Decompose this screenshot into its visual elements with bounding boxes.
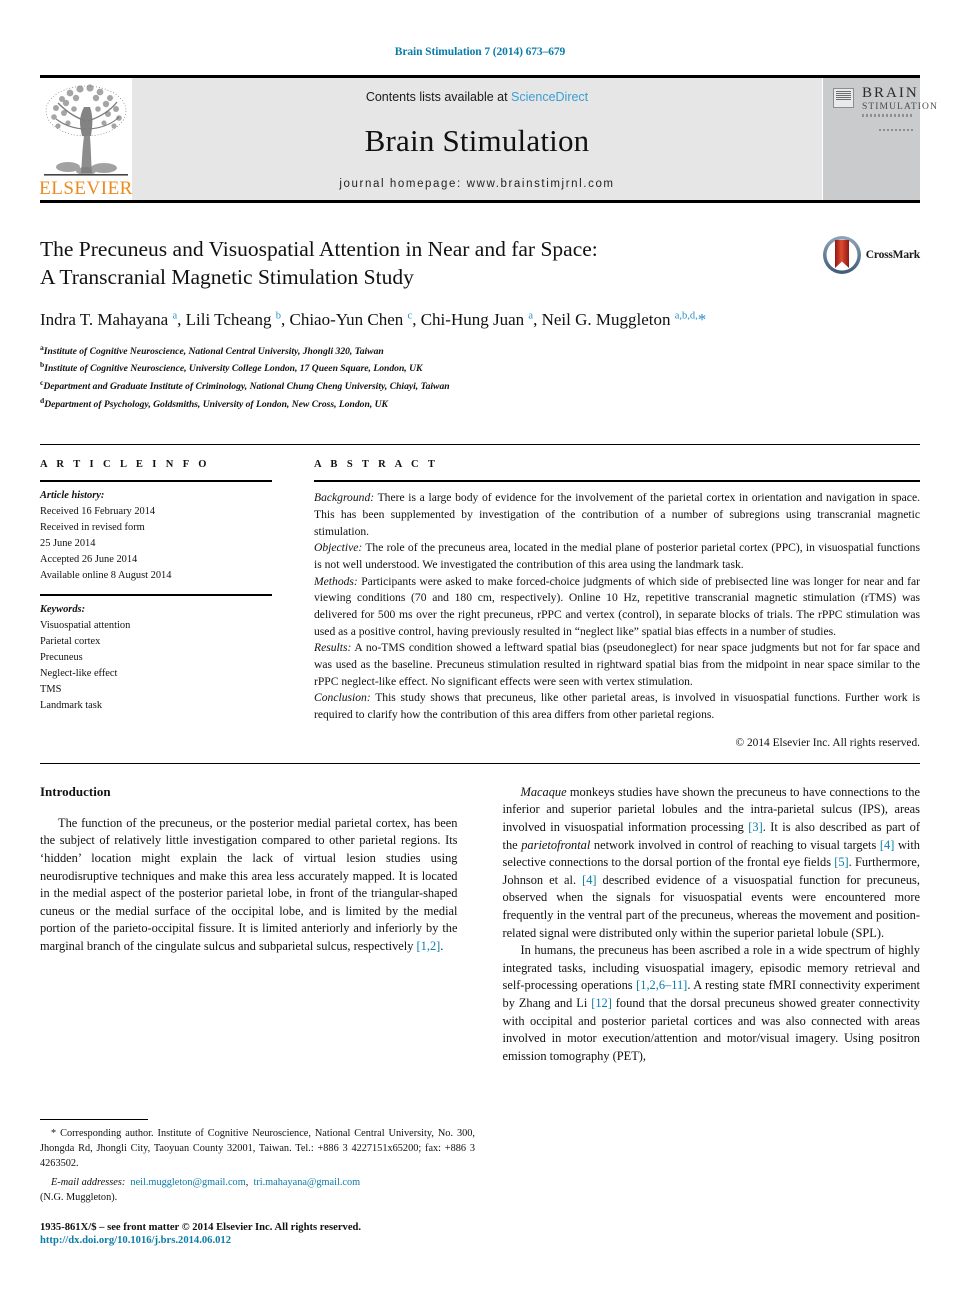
affiliation-item: bInstitute of Cognitive Neuroscience, Un… [40,359,800,377]
body-column-left: Introduction The function of the precune… [40,784,458,1066]
corresponding-author-note: * Corresponding author. Institute of Cog… [40,1127,475,1170]
elsevier-wordmark: ELSEVIER [39,178,133,199]
affiliation-text: Department of Psychology, Goldsmiths, Un… [44,398,388,410]
affiliation-item: cDepartment and Graduate Institute of Cr… [40,377,800,395]
abstract-section-text: There is a large body of evidence for th… [314,491,920,538]
contents-prefix: Contents lists available at [365,90,512,104]
keyword-item: TMS [40,684,62,696]
abstract-section-text: This study shows that precuneus, like ot… [314,691,920,722]
affiliation-text: Department and Graduate Institute of Cri… [43,381,450,393]
journal-homepage-link[interactable]: journal homepage: www.brainstimjrnl.com [339,178,614,190]
article-info-heading: A R T I C L E I N F O [40,459,210,471]
abstract-copyright: © 2014 Elsevier Inc. All rights reserved… [735,736,920,749]
email-label: E-mail addresses: [51,1176,126,1188]
journal-article-page: Brain Stimulation 7 (2014) 673–679 ELSEV… [0,0,960,1290]
page-title: The Precuneus and Visuospatial Attention… [40,235,800,292]
crossmark-badge[interactable]: CrossMark [822,235,920,275]
keywords-label: Keywords: [40,604,86,616]
abstract-section-text: A no-TMS condition showed a leftward spa… [314,641,920,688]
abstract-section-text: The role of the precuneus area, located … [314,541,920,571]
affiliation-list: aInstitute of Cognitive Neuroscience, Na… [40,342,800,412]
abstract-section-label: Conclusion: [314,691,371,705]
footnote-rule [40,1118,148,1120]
abstract-section-label: Results: [314,641,352,655]
keywords-block: Keywords: Visuospatial attention Parieta… [40,594,272,714]
body-columns: Introduction The function of the precune… [40,784,920,1066]
cover-footer-rule [879,128,913,131]
sciencedirect-link[interactable]: ScienceDirect [511,90,588,104]
article-history-label: Article history: [40,490,105,502]
journal-cover-thumbnail: BRAIN STIMULATION [822,78,938,200]
abstract-section: Conclusion: This study shows that precun… [314,690,920,723]
journal-masthead: ELSEVIER Contents lists available at Sci… [39,75,938,203]
title-block: CrossMark The Precuneus and Visuospatial… [40,235,920,412]
body-column-right: Macaque monkeys studies have shown the p… [503,784,921,1066]
abstract-section: Background: There is a large body of evi… [314,490,920,540]
cover-elsevier-mini-icon [833,88,854,108]
paper-title-line2: A Transcranial Magnetic Stimulation Stud… [40,265,414,290]
history-line: Accepted 26 June 2014 [40,554,138,566]
doi-link[interactable]: http://dx.doi.org/10.1016/j.brs.2014.06.… [40,1235,475,1246]
keyword-item: Precuneus [40,652,83,664]
body-separator-rule [40,762,920,764]
abstract-section: Methods: Participants were asked to make… [314,574,920,641]
affiliation-text: Institute of Cognitive Neuroscience, Nat… [43,346,384,358]
history-line: 25 June 2014 [40,538,96,550]
history-line: Available online 8 August 2014 [40,570,172,582]
abstract-section: Objective: The role of the precuneus are… [314,540,920,573]
elsevier-tree-icon [44,84,128,176]
citation-ref[interactable]: [1,2] [417,939,441,953]
affiliation-item: dDepartment of Psychology, Goldsmiths, U… [40,395,800,413]
abstract-section: Results: A no-TMS condition showed a lef… [314,640,920,690]
cover-inner: BRAIN STIMULATION [826,81,938,197]
front-matter-line: 1935-861X/$ – see front matter © 2014 El… [40,1222,362,1233]
abstract-section-label: Objective: [314,541,363,555]
keyword-item: Parietal cortex [40,636,101,648]
cover-title-block: BRAIN STIMULATION [862,85,938,131]
cover-subtitle-rule [862,113,913,117]
keyword-item: Landmark task [40,700,103,712]
intro-paragraph-right-1: Macaque monkeys studies have shown the p… [502,784,921,940]
abstract-column: A B S T R A C T Background: There is a l… [314,459,920,749]
elsevier-logo: ELSEVIER [39,78,133,200]
journal-title: Brain Stimulation [364,123,590,158]
cover-title-line1: BRAIN [862,85,919,101]
intro-paragraph-right-2: In humans, the precuneus has been ascrib… [502,943,921,1063]
crossmark-label: CrossMark [865,249,920,261]
info-abstract-region: A R T I C L E I N F O Article history: R… [40,444,920,749]
section-heading-introduction: Introduction [40,783,111,799]
abstract-section-label: Methods: [314,574,358,588]
keyword-item: Visuospatial attention [40,620,131,632]
email-link-1[interactable]: neil.muggleton@gmail.com [130,1177,245,1188]
article-history-block: Article history: Received 16 February 20… [40,482,272,584]
history-line: Received in revised form [40,522,145,534]
masthead-center: Contents lists available at ScienceDirec… [132,78,822,200]
affiliation-item: aInstitute of Cognitive Neuroscience, Na… [40,342,800,360]
article-info-column: A R T I C L E I N F O Article history: R… [40,459,272,749]
author-list: Indra T. Mahayana a, Lili Tcheang b, Chi… [40,309,707,329]
abstract-heading: A B S T R A C T [314,459,439,471]
intro-paragraph-left-end: . [440,939,444,954]
abstract-body: Background: There is a large body of evi… [314,482,920,724]
running-head: Brain Stimulation 7 (2014) 673–679 [394,46,566,58]
cover-title-line2: STIMULATION [862,101,938,112]
paper-title-line1: The Precuneus and Visuospatial Attention… [40,237,598,261]
contents-lists-line: Contents lists available at ScienceDirec… [366,90,588,104]
email-link-2[interactable]: tri.mahayana@gmail.com [253,1177,360,1188]
intro-paragraph-left-text: The function of the precuneus, or the po… [40,815,458,954]
email-attribution: (N.G. Muggleton). [40,1191,118,1203]
affiliation-text: Institute of Cognitive Neuroscience, Uni… [44,363,423,375]
email-addresses-note: E-mail addresses: neil.muggleton@gmail.c… [40,1176,361,1203]
history-line: Received 16 February 2014 [40,506,156,518]
keyword-item: Neglect-like effect [40,668,118,680]
abstract-section-text: Participants were asked to make forced-c… [314,574,920,638]
intro-paragraph-left: The function of the precuneus, or the po… [40,815,458,956]
crossmark-icon [822,236,861,274]
footnote-region: * Corresponding author. Institute of Cog… [40,1118,475,1246]
abstract-section-label: Background: [314,491,375,505]
